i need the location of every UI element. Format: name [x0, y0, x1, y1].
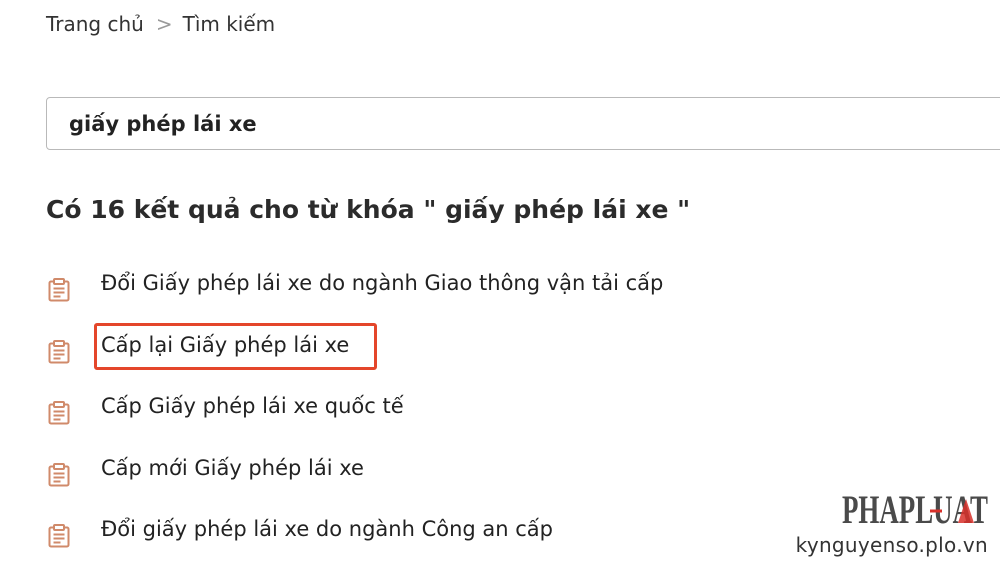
result-link[interactable]: Đổi Giấy phép lái xe do ngành Giao thông…	[101, 271, 663, 295]
results-heading: Có 16 kết quả cho từ khóa " giấy phép lá…	[46, 195, 691, 224]
breadcrumb-current: Tìm kiếm	[182, 12, 276, 36]
page: Trang chủ > Tìm kiếm Có 16 kết quả cho t…	[0, 0, 1000, 565]
document-icon	[48, 462, 70, 486]
brand-logo-graphic: PHAPLUAT	[842, 487, 988, 529]
result-link[interactable]: Cấp lại Giấy phép lái xe	[101, 333, 349, 357]
search-input[interactable]	[69, 98, 969, 149]
watermark: PHAPLUAT kynguyenso.plo.vn	[796, 485, 988, 557]
result-link[interactable]: Cấp mới Giấy phép lái xe	[101, 456, 364, 480]
document-icon	[48, 278, 70, 302]
watermark-site: kynguyenso.plo.vn	[795, 533, 988, 557]
document-icon	[48, 339, 70, 363]
brand-logo: PHAPLUAT	[842, 485, 988, 529]
document-icon	[48, 524, 70, 548]
result-link[interactable]: Cấp Giấy phép lái xe quốc tế	[101, 394, 404, 418]
document-icon	[48, 401, 70, 425]
breadcrumb: Trang chủ > Tìm kiếm	[46, 12, 275, 36]
result-link[interactable]: Đổi giấy phép lái xe do ngành Công an cấ…	[101, 517, 553, 541]
breadcrumb-separator: >	[155, 12, 173, 36]
breadcrumb-home-link[interactable]: Trang chủ	[46, 12, 144, 36]
search-box[interactable]	[46, 97, 1000, 150]
